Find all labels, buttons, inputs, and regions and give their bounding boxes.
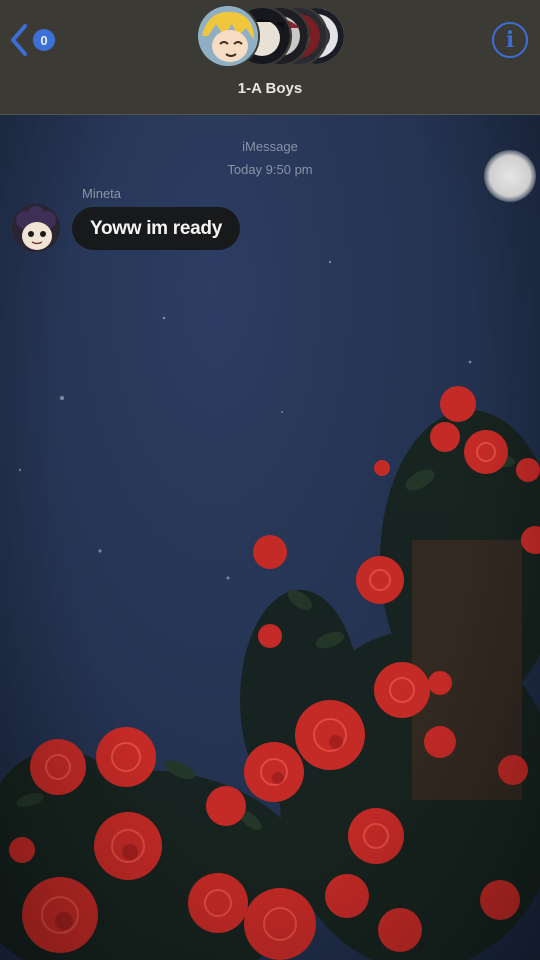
message-bubble[interactable]: Yoww im ready <box>72 207 240 250</box>
chevron-left-icon <box>11 24 27 56</box>
info-button[interactable]: i <box>492 22 528 58</box>
conversation-title[interactable]: 1-A Boys <box>0 80 540 97</box>
sender-name: Mineta <box>82 186 122 201</box>
conversation-header: 0 1-A Boys i <box>0 0 540 115</box>
message-timestamp: Today 9:50 pm <box>227 162 313 177</box>
unread-count-badge: 0 <box>33 29 55 51</box>
service-label: iMessage <box>242 139 298 154</box>
member-avatar <box>196 4 260 68</box>
group-avatar-stack[interactable] <box>196 4 346 70</box>
assistive-touch-icon[interactable] <box>484 150 536 202</box>
back-button[interactable]: 0 <box>8 22 64 58</box>
sender-avatar[interactable] <box>12 204 60 252</box>
info-icon: i <box>505 27 515 53</box>
